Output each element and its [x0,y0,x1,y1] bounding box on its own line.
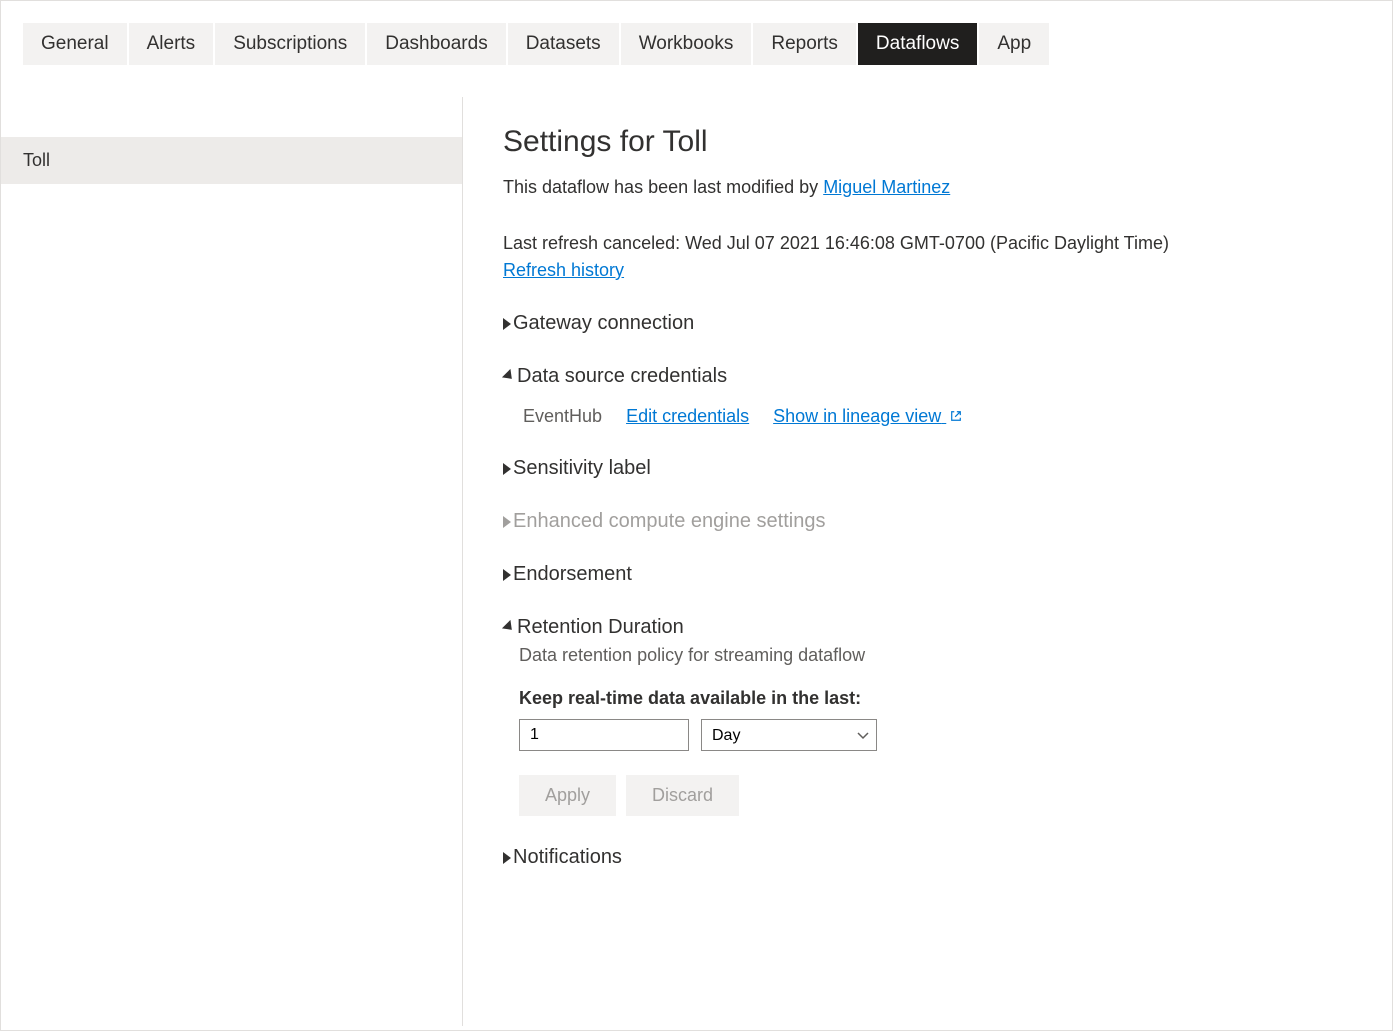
section-label: Notifications [513,846,622,869]
tabs-bar: General Alerts Subscriptions Dashboards … [1,1,1392,65]
retention-value-input[interactable] [519,719,689,751]
tab-dataflows[interactable]: Dataflows [858,23,977,65]
section-label: Data source credentials [517,365,727,388]
show-in-lineage-link[interactable]: Show in lineage view [773,406,962,427]
modified-by-text: This dataflow has been last modified by … [503,177,1352,198]
sidebar: Toll [1,97,463,1026]
tab-app[interactable]: App [979,23,1049,65]
section-enhanced-compute: Enhanced compute engine settings [503,510,1352,533]
section-label: Sensitivity label [513,457,651,480]
external-link-icon [950,406,962,418]
main-panel: Settings for Toll This dataflow has been… [463,97,1392,1026]
chevron-right-icon [503,569,511,581]
section-label: Retention Duration [517,616,684,639]
chevron-down-icon [502,368,516,382]
section-sensitivity-label[interactable]: Sensitivity label [503,457,1352,480]
tab-dashboards[interactable]: Dashboards [367,23,505,65]
section-label: Enhanced compute engine settings [513,510,825,533]
tab-datasets[interactable]: Datasets [508,23,619,65]
refresh-history-link[interactable]: Refresh history [503,260,624,280]
section-label: Gateway connection [513,312,694,335]
section-notifications[interactable]: Notifications [503,846,1352,869]
edit-credentials-link[interactable]: Edit credentials [626,406,749,427]
section-data-source-credentials[interactable]: Data source credentials [503,365,1352,388]
chevron-right-icon [503,318,511,330]
sidebar-item-toll[interactable]: Toll [1,137,462,184]
page-title: Settings for Toll [503,125,1352,159]
data-source-name: EventHub [523,406,602,427]
modified-prefix: This dataflow has been last modified by [503,177,823,197]
tab-general[interactable]: General [23,23,127,65]
tab-workbooks[interactable]: Workbooks [621,23,752,65]
section-endorsement[interactable]: Endorsement [503,563,1352,586]
credentials-row: EventHub Edit credentials Show in lineag… [523,406,1352,427]
apply-button[interactable]: Apply [519,775,616,816]
tab-reports[interactable]: Reports [753,23,856,65]
section-retention-duration[interactable]: Retention Duration [503,616,1352,639]
tab-subscriptions[interactable]: Subscriptions [215,23,365,65]
section-gateway-connection[interactable]: Gateway connection [503,312,1352,335]
chevron-right-icon [503,463,511,475]
discard-button[interactable]: Discard [626,775,739,816]
retention-keep-label: Keep real-time data available in the las… [519,688,1352,709]
chevron-down-icon [502,619,516,633]
chevron-right-icon [503,516,511,528]
modified-user-link[interactable]: Miguel Martinez [823,177,950,197]
chevron-right-icon [503,852,511,864]
tab-alerts[interactable]: Alerts [129,23,214,65]
section-label: Endorsement [513,563,632,586]
retention-description: Data retention policy for streaming data… [503,645,1352,666]
retention-unit-select[interactable]: Day [701,719,877,751]
last-refresh-status: Last refresh canceled: Wed Jul 07 2021 1… [503,230,1352,257]
lineage-link-text: Show in lineage view [773,406,941,426]
